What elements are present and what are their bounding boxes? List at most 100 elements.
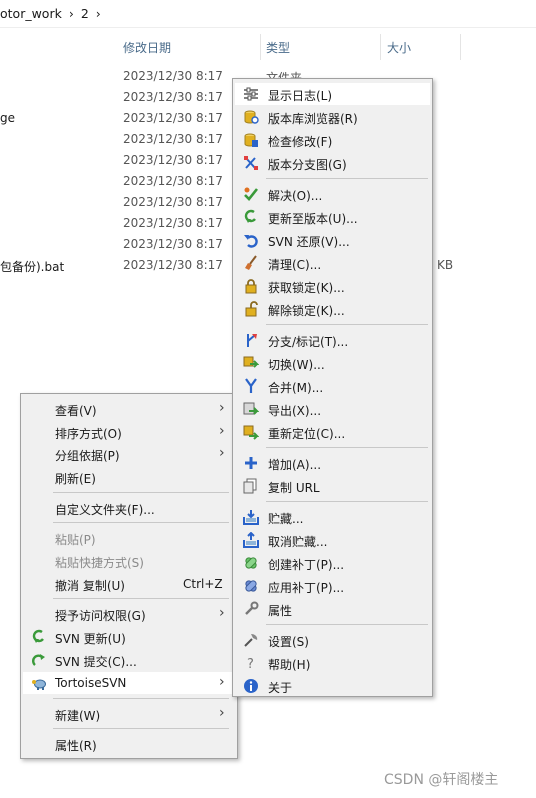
update-to-revision-menu-item[interactable]: 更新至版本(U)... <box>235 206 430 228</box>
column-divider[interactable] <box>460 34 461 60</box>
column-type[interactable]: 类型 <box>266 36 290 60</box>
new-menu-item[interactable]: 新建(W) › <box>23 703 235 725</box>
properties-menu-item[interactable]: 属性(R) <box>23 733 235 755</box>
unshelve-icon <box>243 532 259 548</box>
repo-browser-icon <box>244 110 259 124</box>
file-date: 2023/12/30 8:17 <box>123 153 223 167</box>
refresh-label: 刷新(E) <box>55 472 96 486</box>
group-menu-item[interactable]: 分组依据(P) › <box>23 443 235 465</box>
lock-icon <box>245 279 257 294</box>
menu-separator <box>266 447 428 448</box>
revision-graph-icon <box>244 156 258 170</box>
breadcrumb-subfolder[interactable]: 2 <box>81 6 89 21</box>
merge-menu-item[interactable]: 合并(M)... <box>235 375 430 397</box>
check-modifications-menu-item[interactable]: 检查修改(F) <box>235 129 430 151</box>
paste-shortcut-menu-item[interactable]: 粘贴快捷方式(S) <box>23 550 235 572</box>
svn-properties-label: 属性 <box>268 604 293 618</box>
show-log-label: 显示日志(L) <box>268 89 333 103</box>
merge-icon <box>245 378 257 393</box>
tortoisesvn-menu-item[interactable]: TortoiseSVN › <box>23 672 235 694</box>
file-name: ge <box>0 111 15 125</box>
unshelve-menu-item[interactable]: 取消贮藏... <box>235 529 430 551</box>
check-modifications-icon <box>244 133 258 147</box>
switch-menu-item[interactable]: 切换(W)... <box>235 352 430 374</box>
revision-graph-menu-item[interactable]: 版本分支图(G) <box>235 152 430 174</box>
chevron-right-icon: › <box>219 674 225 690</box>
column-divider[interactable] <box>380 34 381 60</box>
menu-separator <box>266 178 428 179</box>
shelve-icon <box>243 510 259 525</box>
undo-shortcut: Ctrl+Z <box>183 577 223 591</box>
add-menu-item[interactable]: 增加(A)... <box>235 452 430 474</box>
file-date: 2023/12/30 8:17 <box>123 132 223 146</box>
paste-shortcut-label: 粘贴快捷方式(S) <box>55 556 144 570</box>
create-patch-menu-item[interactable]: 创建补丁(P)... <box>235 552 430 574</box>
grant-access-menu-item[interactable]: 授予访问权限(G) › <box>23 603 235 625</box>
add-label: 增加(A)... <box>268 458 322 472</box>
copy-url-menu-item[interactable]: 复制 URL <box>235 475 430 497</box>
file-date: 2023/12/30 8:17 <box>123 237 223 251</box>
relocate-menu-item[interactable]: 重新定位(C)... <box>235 421 430 443</box>
svn-commit-menu-item[interactable]: SVN 提交(C)... <box>23 649 235 671</box>
revert-menu-item[interactable]: SVN 还原(V)... <box>235 229 430 251</box>
menu-separator <box>266 324 428 325</box>
shelve-menu-item[interactable]: 贮藏... <box>235 506 430 528</box>
branch-tag-menu-item[interactable]: 分支/标记(T)... <box>235 329 430 351</box>
breadcrumb-folder[interactable]: otor_work <box>0 6 62 21</box>
export-icon <box>243 402 259 415</box>
cleanup-menu-item[interactable]: 清理(C)... <box>235 252 430 274</box>
file-date: 2023/12/30 8:17 <box>123 216 223 230</box>
help-icon: ? <box>247 657 254 671</box>
file-date: 2023/12/30 8:17 <box>123 174 223 188</box>
update-to-revision-label: 更新至版本(U)... <box>268 212 358 226</box>
release-lock-label: 解除锁定(K)... <box>268 304 345 318</box>
chevron-right-icon: › <box>219 445 225 461</box>
customize-label: 自定义文件夹(F)... <box>55 503 155 517</box>
file-date: 2023/12/30 8:17 <box>123 258 223 272</box>
settings-label: 设置(S) <box>268 635 309 649</box>
column-divider[interactable] <box>260 34 261 60</box>
column-size[interactable]: 大小 <box>387 36 411 60</box>
svn-commit-label: SVN 提交(C)... <box>55 655 137 669</box>
paste-menu-item[interactable]: 粘贴(P) <box>23 527 235 549</box>
sort-menu-item[interactable]: 排序方式(O) › <box>23 421 235 443</box>
svn-update-menu-item[interactable]: SVN 更新(U) <box>23 626 235 648</box>
view-menu-item[interactable]: 查看(V) › <box>23 398 235 420</box>
about-menu-item[interactable]: 关于 <box>235 675 430 697</box>
chevron-right-icon: › <box>219 705 225 721</box>
watermark: CSDN @轩阁楼主 <box>384 772 499 788</box>
refresh-menu-item[interactable]: 刷新(E) <box>23 466 235 488</box>
resolve-label: 解决(O)... <box>268 189 323 203</box>
menu-separator <box>53 492 229 493</box>
repo-browser-menu-item[interactable]: 版本库浏览器(R) <box>235 106 430 128</box>
chevron-right-icon[interactable]: › <box>69 6 74 21</box>
apply-patch-label: 应用补丁(P)... <box>268 581 345 595</box>
info-icon <box>244 679 258 693</box>
export-menu-item[interactable]: 导出(X)... <box>235 398 430 420</box>
customize-folder-menu-item[interactable]: 自定义文件夹(F)... <box>23 497 235 519</box>
svn-properties-menu-item[interactable]: 属性 <box>235 598 430 620</box>
release-lock-menu-item[interactable]: 解除锁定(K)... <box>235 298 430 320</box>
undo-copy-menu-item[interactable]: 撤消 复制(U) Ctrl+Z <box>23 573 235 595</box>
svn-update-icon <box>32 629 44 643</box>
unlock-icon <box>245 301 258 317</box>
chevron-right-icon: › <box>219 400 225 416</box>
help-menu-item[interactable]: ? 帮助(H) <box>235 652 430 674</box>
grant-access-label: 授予访问权限(G) <box>55 609 146 623</box>
get-lock-menu-item[interactable]: 获取锁定(K)... <box>235 275 430 297</box>
tortoisesvn-submenu: 显示日志(L) 版本库浏览器(R) 检查修改(F) 版本分支图(G) 解决(O)… <box>232 78 433 697</box>
wrench-icon <box>245 601 259 615</box>
relocate-label: 重新定位(C)... <box>268 427 346 441</box>
file-name: 包备份).bat <box>0 260 65 274</box>
menu-separator <box>53 728 229 729</box>
chevron-right-icon[interactable]: › <box>96 6 101 21</box>
file-date: 2023/12/30 8:17 <box>123 195 223 209</box>
apply-patch-menu-item[interactable]: 应用补丁(P)... <box>235 575 430 597</box>
svg-text:?: ? <box>247 657 254 671</box>
settings-menu-item[interactable]: 设置(S) <box>235 629 430 651</box>
resolve-menu-item[interactable]: 解决(O)... <box>235 183 430 205</box>
check-modifications-label: 检查修改(F) <box>268 135 333 149</box>
show-log-menu-item[interactable]: 显示日志(L) <box>235 83 430 105</box>
column-date[interactable]: 修改日期 <box>123 36 171 60</box>
relocate-icon <box>243 425 259 440</box>
